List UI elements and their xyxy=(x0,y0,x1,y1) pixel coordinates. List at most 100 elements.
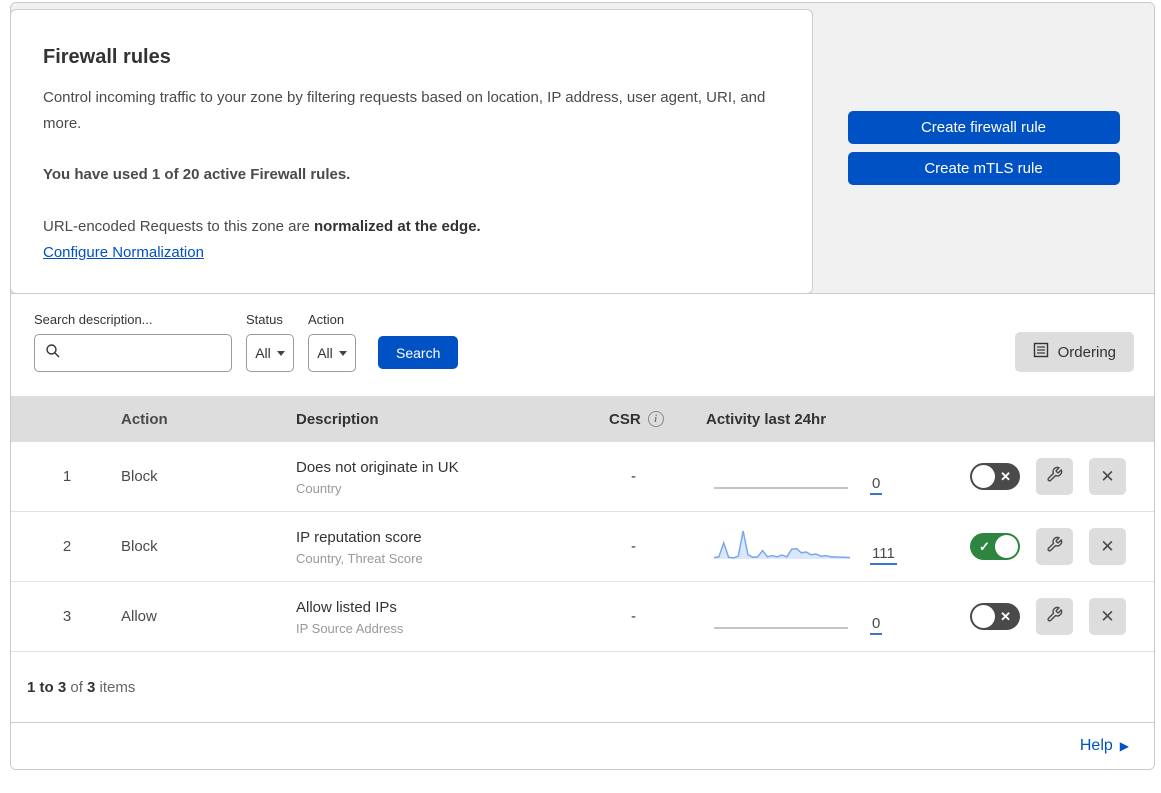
search-field-group: Search description... xyxy=(34,312,232,372)
rule-action: Block xyxy=(121,468,158,485)
rule-csr-value: - xyxy=(631,608,636,625)
configure-normalization-link[interactable]: Configure Normalization xyxy=(43,244,204,261)
rule-enabled-toggle[interactable]: ✕ xyxy=(970,463,1020,490)
create-mtls-rule-button[interactable]: Create mTLS rule xyxy=(847,152,1120,185)
usage-line: You have used 1 of 20 active Firewall ru… xyxy=(43,166,351,183)
activity-count-link[interactable]: 0 xyxy=(870,615,883,635)
rule-fields: Country xyxy=(296,481,342,496)
edit-rule-button[interactable] xyxy=(1036,598,1073,635)
normalization-line: URL-encoded Requests to this zone are no… xyxy=(43,214,772,240)
rule-controls: ✓ ✕ xyxy=(916,528,1154,565)
activity-flatline xyxy=(714,486,848,489)
items-range: 1 to 3 xyxy=(27,678,67,696)
delete-rule-button[interactable]: ✕ xyxy=(1089,458,1126,495)
table-header: Action Description CSR i Activity last 2… xyxy=(11,396,1154,442)
chevron-down-icon xyxy=(276,350,285,356)
toggle-knob xyxy=(972,605,995,628)
cta-panel: Create firewall rule Create mTLS rule xyxy=(813,3,1154,293)
delete-rule-button[interactable]: ✕ xyxy=(1089,598,1126,635)
wrench-icon xyxy=(1046,466,1063,488)
toggle-state-icon: ✕ xyxy=(1000,469,1011,484)
table-row: 3 Allow Allow listed IPs IP Source Addre… xyxy=(11,582,1154,652)
table-row: 2 Block IP reputation score Country, Thr… xyxy=(11,512,1154,582)
info-icon[interactable]: i xyxy=(647,411,664,427)
arrow-right-icon: ▶ xyxy=(1119,739,1129,753)
table-row: 1 Block Does not originate in UK Country… xyxy=(11,442,1154,512)
status-select-value: All xyxy=(255,345,271,361)
rule-controls: ✕ ✕ xyxy=(916,458,1154,495)
pagination-summary: 1 to 3 of 3 items xyxy=(11,652,1154,723)
search-button[interactable]: Search xyxy=(378,336,459,369)
rule-csr-value: - xyxy=(631,538,636,555)
rule-action: Block xyxy=(121,538,158,555)
ordering-button[interactable]: Ordering xyxy=(1014,332,1134,372)
close-icon: ✕ xyxy=(1100,466,1115,486)
items-text: items xyxy=(95,678,136,696)
normalization-bold: normalized at the edge. xyxy=(314,217,481,235)
activity-sparkline xyxy=(706,599,856,635)
status-label: Status xyxy=(246,312,283,327)
activity-count-link[interactable]: 0 xyxy=(870,475,883,495)
help-link[interactable]: Help ▶ xyxy=(1080,737,1129,755)
rule-csr-value: - xyxy=(631,468,636,485)
column-csr-label: CSR xyxy=(609,410,641,428)
action-label: Action xyxy=(308,312,345,327)
toggle-state-icon: ✓ xyxy=(979,539,990,554)
header-section: Firewall rules Control incoming traffic … xyxy=(11,3,1154,294)
toggle-knob xyxy=(995,535,1018,558)
help-link-label: Help xyxy=(1079,737,1113,754)
rule-action: Allow xyxy=(121,608,157,625)
filter-bar: Search description... Status All Action … xyxy=(11,294,1154,396)
action-select-value: All xyxy=(317,345,333,361)
intro-card: Firewall rules Control incoming traffic … xyxy=(11,9,813,294)
rule-description-cell: Does not originate in UK Country xyxy=(276,457,581,496)
action-select[interactable]: All xyxy=(308,334,356,372)
of-text: of xyxy=(66,678,88,696)
ordering-button-label: Ordering xyxy=(1057,343,1116,361)
rule-description: Does not originate in UK xyxy=(296,459,459,476)
activity-sparkline xyxy=(706,529,856,565)
rule-activity-cell: 111 xyxy=(686,529,916,565)
rule-description: Allow listed IPs xyxy=(296,599,397,616)
column-activity: Activity last 24hr xyxy=(706,410,827,428)
firewall-rules-panel: Firewall rules Control incoming traffic … xyxy=(10,2,1155,770)
rule-priority: 3 xyxy=(62,608,72,625)
rule-controls: ✕ ✕ xyxy=(916,598,1154,635)
page-title: Firewall rules xyxy=(43,46,171,68)
rule-activity-cell: 0 xyxy=(686,459,916,495)
activity-flatline xyxy=(714,626,848,629)
activity-count-link[interactable]: 111 xyxy=(870,545,897,565)
activity-sparkline xyxy=(706,459,856,495)
search-input[interactable] xyxy=(34,334,232,372)
toggle-knob xyxy=(972,465,995,488)
rule-activity-cell: 0 xyxy=(686,599,916,635)
rule-enabled-toggle[interactable]: ✓ xyxy=(970,533,1020,560)
rule-fields: IP Source Address xyxy=(296,621,404,636)
create-firewall-rule-button[interactable]: Create firewall rule xyxy=(847,111,1120,144)
action-field-group: Action All xyxy=(308,312,356,372)
wrench-icon xyxy=(1046,606,1063,628)
close-icon: ✕ xyxy=(1100,606,1115,626)
rule-description-cell: Allow listed IPs IP Source Address xyxy=(276,597,581,636)
column-description: Description xyxy=(296,410,379,428)
delete-rule-button[interactable]: ✕ xyxy=(1089,528,1126,565)
edit-rule-button[interactable] xyxy=(1036,458,1073,495)
toggle-state-icon: ✕ xyxy=(1000,609,1011,624)
rule-enabled-toggle[interactable]: ✕ xyxy=(970,603,1020,630)
edit-rule-button[interactable] xyxy=(1036,528,1073,565)
chevron-down-icon xyxy=(338,350,347,356)
ordering-list-icon xyxy=(1033,342,1049,362)
page-description: Control incoming traffic to your zone by… xyxy=(43,89,766,132)
normalization-prefix: URL-encoded Requests to this zone are xyxy=(43,217,314,235)
search-label: Search description... xyxy=(34,312,153,327)
rule-priority: 1 xyxy=(62,468,72,485)
help-bar: Help ▶ xyxy=(11,723,1154,769)
status-select[interactable]: All xyxy=(246,334,294,372)
rule-description: IP reputation score xyxy=(296,529,422,546)
close-icon: ✕ xyxy=(1100,536,1115,556)
column-action: Action xyxy=(121,410,168,428)
wrench-icon xyxy=(1046,536,1063,558)
search-icon xyxy=(45,343,61,363)
rule-fields: Country, Threat Score xyxy=(296,551,423,566)
rule-description-cell: IP reputation score Country, Threat Scor… xyxy=(276,527,581,566)
